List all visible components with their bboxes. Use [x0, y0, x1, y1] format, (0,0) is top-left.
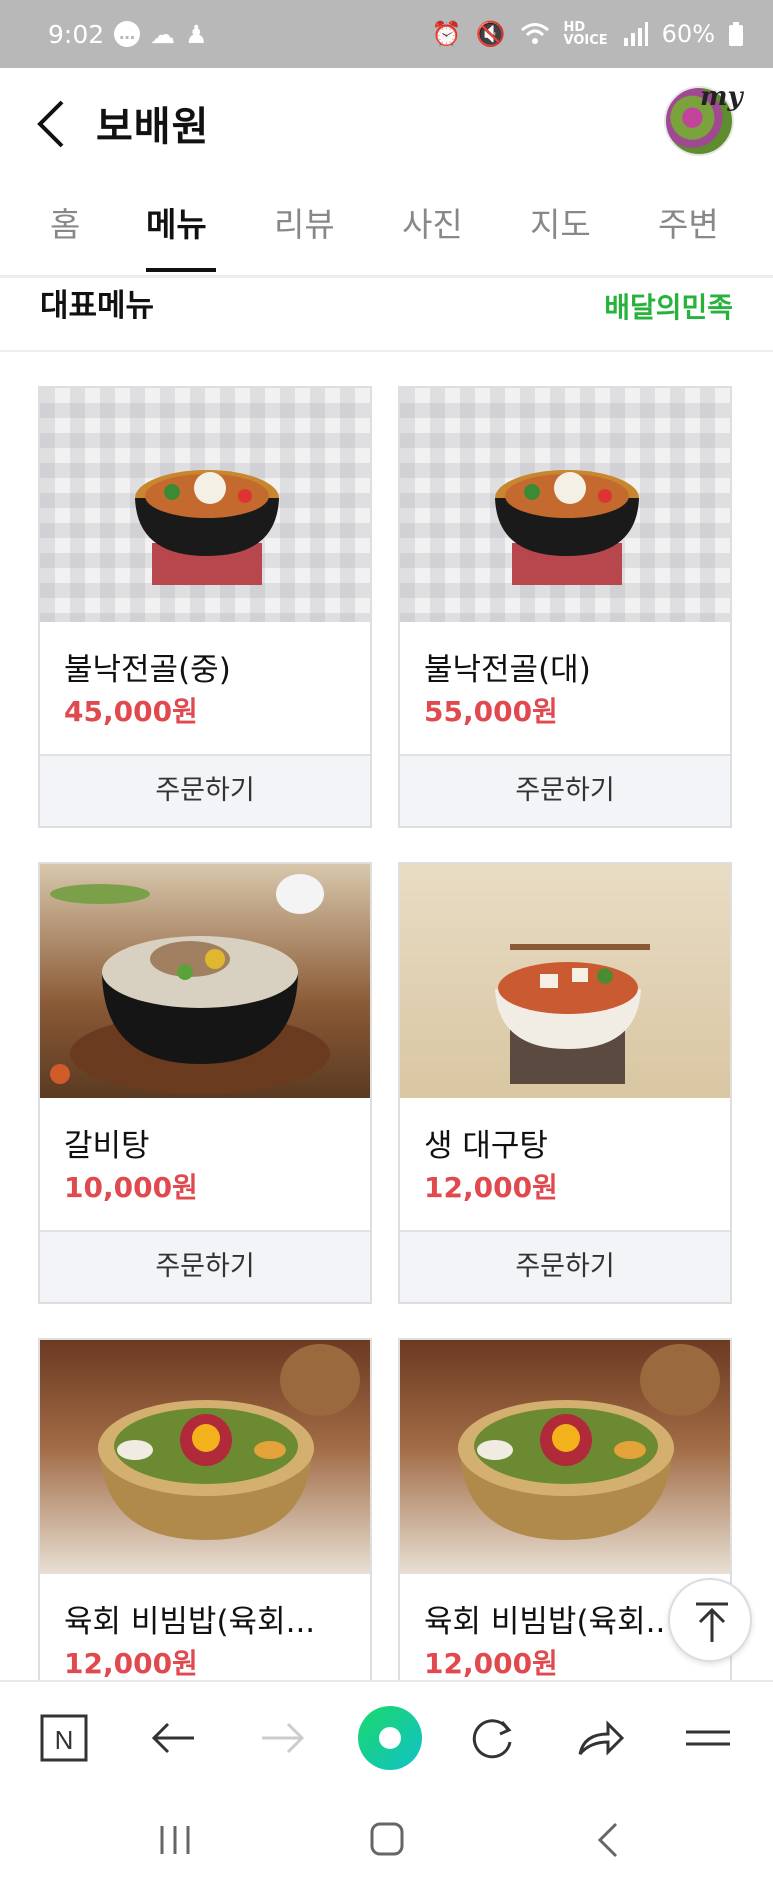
my-badge[interactable]: my	[700, 82, 743, 112]
hamburger-icon	[686, 1730, 730, 1746]
tab-reviews[interactable]: 리뷰	[274, 198, 335, 246]
home-button[interactable]	[362, 1818, 412, 1862]
menu-item-price: 12,000원	[64, 1647, 198, 1680]
menu-item-price: 10,000원	[64, 1171, 198, 1204]
browser-toolbar: N	[0, 1680, 773, 1790]
tab-home[interactable]: 홈	[50, 198, 80, 246]
food-image	[40, 388, 370, 622]
cloud-icon: ☁	[150, 19, 176, 49]
menu-item-price: 12,000원	[424, 1647, 558, 1680]
signal-icon	[623, 22, 648, 46]
tab-menu[interactable]: 메뉴	[146, 198, 207, 246]
recent-apps-button[interactable]	[150, 1818, 200, 1862]
menu-card[interactable]: 갈비탕 10,000원 주문하기	[38, 862, 372, 1304]
naver-icon: N	[40, 1714, 88, 1762]
tab-photos[interactable]: 사진	[402, 198, 463, 246]
page-title: 보배원	[96, 104, 210, 150]
recent-apps-icon	[160, 1826, 190, 1854]
back-arrow-icon[interactable]	[32, 96, 72, 152]
section-header: 대표메뉴 배달의민족	[0, 278, 773, 352]
browser-back-button[interactable]	[144, 1708, 204, 1768]
tab-nearby[interactable]: 주변	[658, 198, 719, 246]
menu-item-name: 갈비탕	[64, 1128, 150, 1164]
menu-card[interactable]: 불낙전골(중) 45,000원 주문하기	[38, 386, 372, 828]
system-back-button[interactable]	[584, 1818, 634, 1862]
chevron-left-icon	[597, 1822, 618, 1858]
menu-item-name: 불낙전골(중)	[64, 652, 231, 688]
food-image	[40, 864, 370, 1098]
status-bar: 9:02 … ☁ ♟ ⏰ 🔇 HD VOICE 60%	[0, 0, 773, 68]
battery-percent: 60%	[661, 20, 715, 48]
app-notification-icon: ♟	[185, 19, 208, 49]
order-button[interactable]: 주문하기	[40, 754, 370, 826]
menu-item-name: 육회 비빔밥(육회..	[424, 1604, 666, 1640]
refresh-button[interactable]	[462, 1708, 522, 1768]
food-image	[400, 1340, 730, 1574]
menu-item-name: 생 대구탕	[424, 1128, 548, 1164]
naver-home-button[interactable]: N	[34, 1708, 94, 1768]
scroll-to-top-button[interactable]	[668, 1578, 752, 1662]
arrow-left-icon	[151, 1722, 194, 1754]
order-button[interactable]: 주문하기	[40, 1230, 370, 1302]
chat-notification-icon: …	[114, 21, 141, 47]
home-square-icon	[370, 1822, 404, 1856]
menu-item-price: 45,000원	[64, 695, 198, 728]
share-button[interactable]	[570, 1708, 630, 1768]
status-time: 9:02	[48, 19, 105, 49]
arrow-up-icon	[696, 1602, 728, 1642]
menu-button[interactable]	[678, 1708, 738, 1768]
svg-text:N: N	[55, 1725, 74, 1755]
browser-forward-button[interactable]	[252, 1708, 312, 1768]
mute-icon: 🔇	[475, 20, 506, 48]
food-image	[400, 864, 730, 1098]
arrow-right-icon	[262, 1722, 305, 1754]
alarm-icon: ⏰	[431, 20, 462, 48]
menu-item-name: 육회 비빔밥(육회...	[64, 1604, 316, 1640]
menu-card[interactable]: 생 대구탕 12,000원 주문하기	[398, 862, 732, 1304]
active-tab-indicator	[146, 268, 216, 272]
order-button[interactable]: 주문하기	[400, 1230, 730, 1302]
menu-item-name: 불낙전골(대)	[424, 652, 591, 688]
battery-icon	[729, 22, 743, 46]
menu-item-price: 55,000원	[424, 695, 558, 728]
system-nav-bar	[0, 1790, 773, 1890]
section-title: 대표메뉴	[40, 288, 155, 324]
app-header: 보배원 my	[0, 68, 773, 178]
green-dot-button[interactable]	[352, 1700, 428, 1776]
tab-map[interactable]: 지도	[530, 198, 591, 246]
hd-voice-icon: HD VOICE	[563, 20, 608, 48]
order-button[interactable]: 주문하기	[400, 754, 730, 826]
refresh-icon	[472, 1719, 512, 1759]
tab-bar: 홈 메뉴 리뷰 사진 지도 주변	[0, 178, 773, 278]
menu-card[interactable]: 불낙전골(대) 55,000원 주문하기	[398, 386, 732, 828]
share-arrow-icon	[578, 1720, 625, 1756]
food-image	[400, 388, 730, 622]
wifi-icon	[520, 23, 549, 44]
menu-item-price: 12,000원	[424, 1171, 558, 1204]
baemin-link[interactable]: 배달의민족	[604, 286, 733, 326]
green-dot-icon	[358, 1706, 422, 1770]
food-image	[40, 1340, 370, 1574]
